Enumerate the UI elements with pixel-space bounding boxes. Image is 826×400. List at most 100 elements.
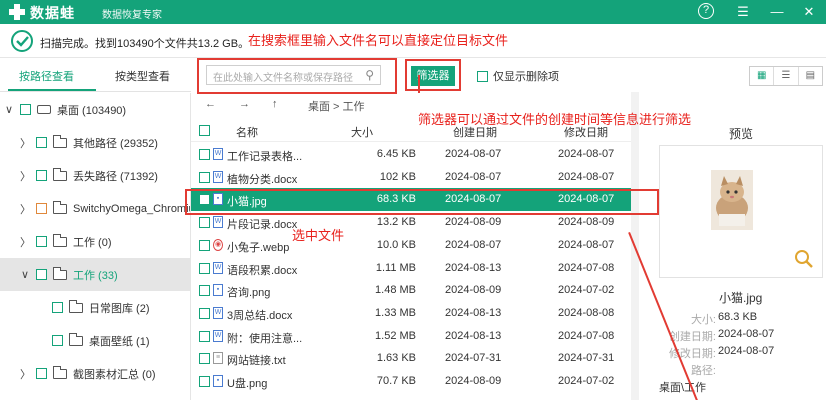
tree-item-label: 工作 (33): [73, 269, 118, 282]
tree-item-checkbox[interactable]: [36, 170, 47, 181]
select-all-checkbox[interactable]: [199, 125, 210, 136]
zoom-icon[interactable]: [794, 249, 814, 269]
file-row-checkbox[interactable]: [199, 330, 210, 342]
preview-detail-key: 路径:: [690, 365, 716, 377]
tree-item[interactable]: 〉 其他路径 (29352): [0, 126, 190, 159]
tree-item-checkbox[interactable]: [20, 104, 31, 115]
tree-item[interactable]: 〉 丢失路径 (71392): [0, 159, 190, 192]
tree-item-label: 其他路径 (29352): [73, 137, 158, 150]
file-created-date: 2024-08-07: [445, 148, 502, 160]
tree-item-label: 日常图库 (2): [89, 302, 150, 315]
file-name: U盘.png: [227, 378, 268, 390]
search-annotation: 在搜索框里输入文件名可以直接定位目标文件: [248, 33, 509, 48]
word-file-icon: W: [213, 329, 223, 342]
tree-item-label: 桌面壁纸 (1): [89, 335, 150, 348]
file-row[interactable]: ◉ 小兔子.webp 10.0 KB 2024-08-07 2024-08-07: [191, 234, 631, 257]
file-row-checkbox[interactable]: [199, 376, 210, 387]
tree-item[interactable]: 〉 工作 (0): [0, 225, 190, 258]
tree-item-checkbox[interactable]: [36, 269, 47, 280]
folder-icon: [69, 299, 83, 313]
close-icon[interactable]: ✕: [800, 3, 818, 21]
filter-annotation: 筛选器可以通过文件的创建时间等信息进行筛选: [418, 112, 692, 127]
only-deleted-checkbox[interactable]: [477, 70, 488, 82]
folder-icon: [53, 134, 67, 148]
file-row-checkbox[interactable]: [199, 171, 210, 183]
file-created-date: 2024-08-07: [445, 238, 502, 251]
file-modified-date: 2024-08-08: [558, 306, 615, 319]
tree-item-checkbox[interactable]: [36, 236, 47, 247]
menu-icon[interactable]: ☰: [734, 3, 752, 21]
help-icon[interactable]: ?: [698, 3, 714, 19]
cat-thumbnail-image: [711, 170, 753, 230]
directory-tree: ∨ 桌面 (103490) 〉其他路径 (29352) 〉丢失路径 (71392) 〉 S…: [0, 93, 191, 400]
forward-arrow-icon[interactable]: →: [239, 98, 250, 110]
preview-panel: 预览 小猫.jpg 大小: 68.3 KB 创建日期: 2024-08-07 修改日期:…: [639, 92, 826, 400]
tree-item-label: SwitchyOmega_Chromium: [73, 202, 190, 215]
tree-item[interactable]: 日常图库 (2): [0, 291, 190, 324]
file-size: 1.48 MB: [375, 284, 416, 297]
tree-item-checkbox[interactable]: [36, 137, 47, 148]
chevron-right-icon[interactable]: 〉: [20, 201, 31, 217]
column-name[interactable]: 名称: [236, 124, 258, 140]
file-row-checkbox[interactable]: [199, 239, 210, 251]
file-name: 语段积累.docx: [227, 264, 298, 277]
file-name: 3周总结.docx: [227, 309, 293, 322]
file-row-checkbox[interactable]: [199, 149, 210, 160]
file-row[interactable]: W 工作记录表格.... 6.45 KB 2024-08-07 2024-08-07: [191, 143, 631, 166]
filter-highlight-box: [405, 59, 461, 91]
file-modified-date: 2024-07-08: [558, 329, 615, 342]
file-row[interactable]: ▪ 咨询.png 1.48 MB 2024-08-09 2024-07-02: [191, 279, 631, 302]
chevron-down-icon[interactable]: ∨: [4, 103, 14, 116]
file-modified-date: 2024-08-09: [558, 216, 615, 229]
minimize-icon[interactable]: —: [768, 3, 786, 21]
chevron-down-icon[interactable]: ∨: [20, 268, 30, 281]
file-row[interactable]: ≡ 网站链接.txt 1.63 KB 2024-07-31 2024-07-31: [191, 347, 631, 370]
file-modified-date: 2024-07-08: [558, 261, 615, 274]
file-name: 植物分类.docx: [227, 173, 298, 186]
only-deleted-toggle[interactable]: 仅显示删除项: [477, 68, 559, 84]
file-created-date: 2024-08-09: [445, 284, 502, 297]
tree-item[interactable]: 〉 截图素材汇总 (0): [0, 357, 190, 390]
tree-item-checkbox[interactable]: [36, 368, 47, 379]
breadcrumb[interactable]: 桌面 > 工作: [308, 98, 365, 114]
file-size: 70.7 KB: [376, 375, 416, 387]
chevron-right-icon[interactable]: 〉: [20, 168, 31, 184]
chevron-right-icon[interactable]: 〉: [20, 234, 31, 250]
chevron-right-icon[interactable]: 〉: [20, 366, 31, 382]
tree-item-label: 工作 (0): [73, 236, 112, 249]
list-view-icon[interactable]: ☰: [774, 67, 799, 85]
column-size[interactable]: 大小: [351, 124, 373, 140]
file-row-checkbox[interactable]: [199, 307, 210, 319]
file-row[interactable]: W 语段积累.docx 1.11 MB 2024-08-13 2024-07-08: [191, 257, 631, 280]
tree-item[interactable]: ∨ 工作 (33): [0, 258, 190, 291]
file-row-checkbox[interactable]: [199, 262, 210, 274]
file-modified-date: 2024-07-02: [558, 284, 615, 297]
tree-item-checkbox[interactable]: [36, 203, 47, 214]
tree-item-checkbox[interactable]: [52, 302, 63, 313]
file-row[interactable]: W 植物分类.docx 102 KB 2024-08-07 2024-08-07: [191, 166, 631, 189]
back-arrow-icon[interactable]: ←: [205, 98, 216, 110]
folder-icon: [53, 365, 67, 379]
word-file-icon: W: [213, 148, 223, 160]
tab-by-path[interactable]: 按路径查看: [19, 68, 74, 84]
file-row-checkbox[interactable]: [199, 353, 210, 365]
tree-item[interactable]: 〉 SwitchyOmega_Chromium: [0, 192, 190, 225]
tree-item[interactable]: 桌面壁纸 (1): [0, 324, 190, 357]
file-size: 1.63 KB: [376, 352, 416, 365]
up-arrow-icon[interactable]: ↑: [272, 98, 278, 110]
detail-view-icon[interactable]: ▤: [799, 67, 822, 85]
tree-item[interactable]: ∨ 桌面 (103490): [0, 93, 190, 126]
file-row-checkbox[interactable]: [199, 217, 210, 229]
file-row[interactable]: ▪ U盘.png 70.7 KB 2024-08-09 2024-07-02: [191, 370, 631, 393]
image-file-icon: ▪: [213, 284, 223, 297]
grid-view-icon[interactable]: ▦: [750, 67, 775, 85]
tab-by-type[interactable]: 按类型查看: [115, 68, 170, 84]
view-mode-switcher: ▦ ☰ ▤: [749, 66, 823, 86]
folder-icon: [53, 233, 67, 247]
chevron-right-icon[interactable]: 〉: [20, 135, 31, 151]
tree-item-checkbox[interactable]: [52, 335, 63, 346]
file-modified-date: 2024-08-07: [558, 170, 615, 183]
file-row[interactable]: W 附：使用注意... 1.52 MB 2024-08-13 2024-07-08: [191, 325, 631, 348]
file-row-checkbox[interactable]: [199, 285, 210, 297]
file-row[interactable]: W 3周总结.docx 1.33 MB 2024-08-13 2024-08-08: [191, 302, 631, 325]
